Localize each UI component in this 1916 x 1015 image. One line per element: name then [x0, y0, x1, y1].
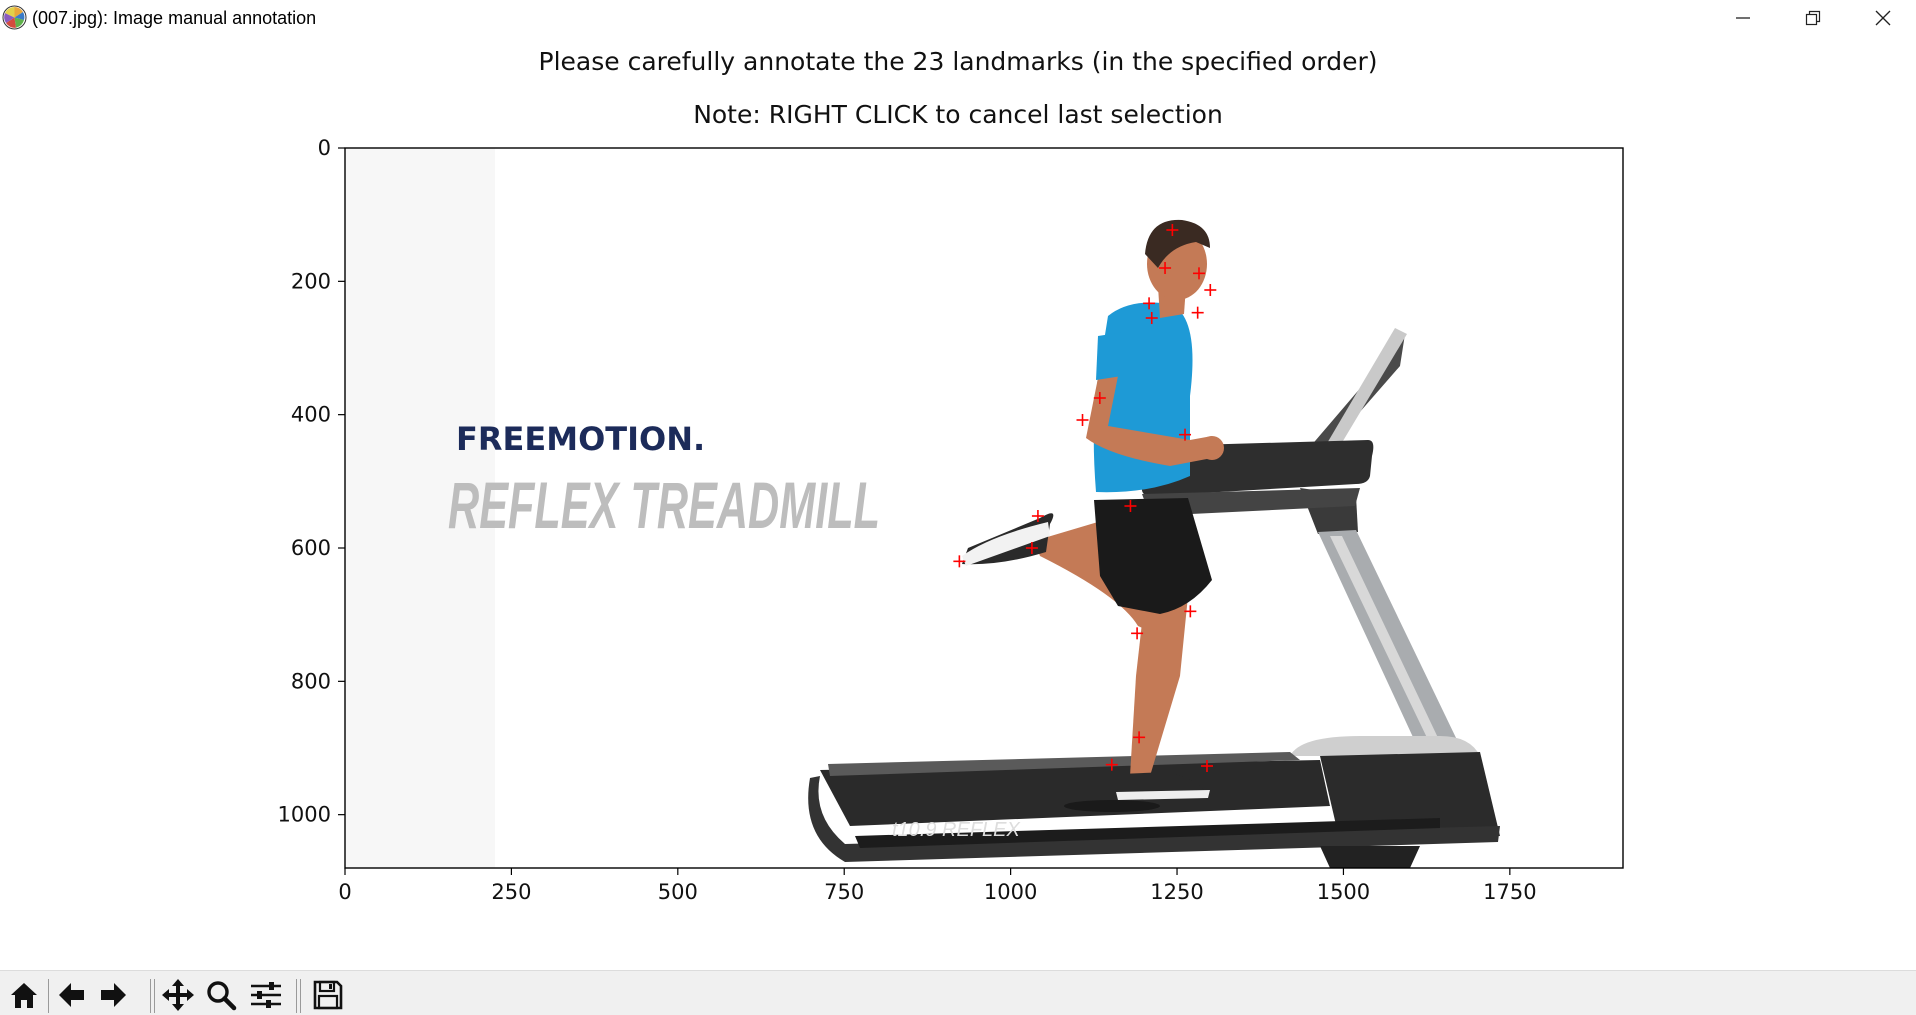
x-tick-label: 250: [491, 880, 531, 904]
x-tick-label: 1250: [1150, 880, 1203, 904]
y-tick-label: 0: [318, 136, 331, 160]
forward-arrow-icon: [101, 983, 126, 1007]
x-axis: 0 250 500 750 1000 1250 1500 1750: [338, 868, 1537, 904]
x-tick-label: 1750: [1483, 880, 1536, 904]
y-tick-label: 800: [291, 669, 331, 693]
deck-label: t10.9 REFLEX: [892, 819, 1021, 841]
restore-icon: [1805, 10, 1821, 26]
window-title-bar: (007.jpg): Image manual annotation: [0, 0, 1916, 37]
minimize-icon: [1736, 17, 1750, 19]
x-tick-label: 1500: [1317, 880, 1370, 904]
x-tick-label: 1000: [984, 880, 1037, 904]
back-arrow-icon: [59, 983, 84, 1007]
y-tick-label: 600: [291, 536, 331, 560]
configure-subplots-icon: [251, 982, 281, 1008]
y-tick-label: 400: [291, 403, 331, 427]
minimize-button[interactable]: [1708, 0, 1778, 36]
zoom-button[interactable]: [201, 975, 241, 1015]
x-tick-label: 0: [338, 880, 351, 904]
pan-button[interactable]: [158, 975, 198, 1015]
annotated-photo: FREEMOTION. REFLEX TREADMILL t10.9 REFLE…: [345, 148, 1623, 868]
matplotlib-app-icon: [2, 5, 27, 30]
y-tick-label: 1000: [278, 803, 331, 827]
axes[interactable]: FREEMOTION. REFLEX TREADMILL t10.9 REFLE…: [0, 36, 1916, 970]
x-tick-label: 500: [658, 880, 698, 904]
y-tick-label: 200: [291, 269, 331, 293]
navigation-toolbar: [0, 970, 1916, 1015]
save-icon: [313, 980, 343, 1010]
home-button[interactable]: [4, 975, 44, 1015]
freemotion-logo: FREEMOTION.: [456, 420, 705, 458]
y-axis: 0 200 400 600 800 1000: [278, 136, 345, 827]
configure-subplots-button[interactable]: [246, 975, 286, 1015]
close-icon: [1875, 10, 1891, 26]
pan-icon: [162, 979, 194, 1011]
window-title: (007.jpg): Image manual annotation: [32, 8, 317, 28]
home-icon: [11, 983, 37, 1008]
close-button[interactable]: [1848, 0, 1916, 36]
figure-canvas[interactable]: Please carefully annotate the 23 landmar…: [0, 36, 1916, 970]
x-tick-label: 750: [824, 880, 864, 904]
restore-button[interactable]: [1778, 0, 1848, 36]
zoom-icon: [207, 981, 237, 1011]
reflex-treadmill-heading: REFLEX TREADMILL: [448, 468, 880, 542]
back-button[interactable]: [51, 975, 91, 1015]
forward-button[interactable]: [94, 975, 134, 1015]
save-button[interactable]: [308, 975, 348, 1015]
